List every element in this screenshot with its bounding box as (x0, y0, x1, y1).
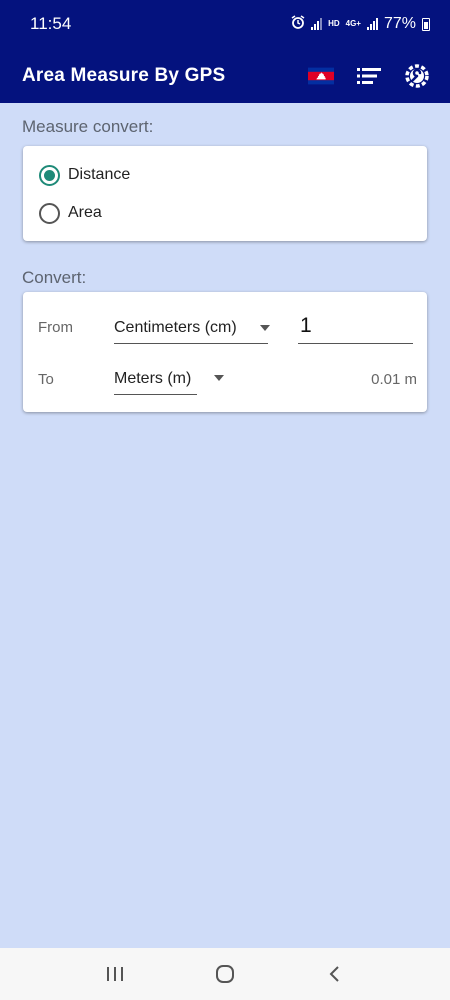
settings-button[interactable] (404, 63, 430, 89)
network-4g-indicator: 4G+ (345, 19, 361, 28)
app-bar-actions (308, 63, 430, 89)
home-button[interactable] (205, 954, 245, 994)
hd-indicator: HD (328, 19, 340, 28)
battery-icon (422, 17, 430, 31)
app-title: Area Measure By GPS (22, 64, 226, 86)
radio-unchecked-icon[interactable] (39, 202, 60, 224)
to-label: To (38, 371, 54, 388)
measure-convert-label: Measure convert: (22, 117, 154, 136)
list-icon (357, 67, 381, 84)
radio-label-area: Area (68, 204, 102, 221)
convert-label: Convert: (22, 268, 87, 287)
signal-icon-2 (366, 18, 378, 30)
home-icon (216, 965, 234, 983)
cambodia-flag-icon (308, 67, 334, 84)
from-unit-select[interactable]: Centimeters (cm) (114, 312, 268, 344)
battery-percent: 77% (383, 15, 416, 32)
radio-option-distance[interactable]: Distance (23, 156, 427, 194)
signal-icon (311, 18, 323, 30)
radio-checked-icon[interactable] (39, 164, 60, 186)
from-unit-value: Centimeters (cm) (114, 318, 237, 336)
status-bar: 11:54 HD 4G+ 77% (0, 0, 450, 48)
convert-card: From Centimeters (cm) To Meters (m) 0.01… (23, 292, 427, 412)
system-nav-bar (0, 948, 450, 1000)
status-time: 11:54 (30, 14, 72, 33)
back-icon (329, 966, 339, 982)
from-label: From (38, 319, 73, 336)
language-button[interactable] (308, 63, 334, 89)
from-row: From Centimeters (cm) (23, 308, 427, 348)
conversion-result: 0.01 m (371, 371, 417, 388)
to-dropdown-icon[interactable] (214, 375, 224, 381)
measure-type-card: Distance Area (23, 146, 427, 241)
radio-label-distance: Distance (68, 166, 131, 183)
alarm-icon (291, 14, 305, 34)
from-value-input[interactable] (298, 308, 413, 344)
recents-icon (107, 967, 123, 981)
app-bar: Area Measure By GPS (0, 48, 450, 103)
to-unit-value: Meters (m) (114, 369, 192, 387)
list-button[interactable] (356, 63, 382, 89)
settings-wrench-icon (405, 63, 429, 88)
from-dropdown-icon[interactable] (260, 325, 270, 331)
recents-button[interactable] (95, 954, 135, 994)
to-unit-select[interactable]: Meters (m) (114, 363, 197, 395)
back-button[interactable] (315, 954, 355, 994)
radio-option-area[interactable]: Area (23, 194, 427, 232)
status-icons: HD 4G+ 77% (291, 14, 430, 34)
to-row: To Meters (m) 0.01 m (23, 360, 427, 400)
